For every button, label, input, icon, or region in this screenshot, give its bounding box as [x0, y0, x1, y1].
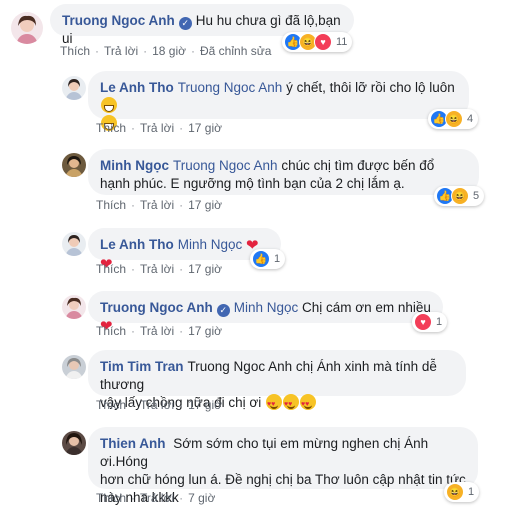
comment-bubble: Le Anh Tho Truong Ngoc Anh ý chết, thôi l… [88, 71, 469, 131]
mention-link[interactable]: Minh Ngọc [178, 237, 243, 252]
timestamp[interactable]: 7 giờ [188, 491, 215, 505]
reply-link[interactable]: Trả lời [140, 324, 174, 338]
reaction-summary[interactable]: 👍 😆 5 [434, 186, 485, 206]
heart-eyes-emoji-icon [283, 394, 299, 414]
love-icon: ♥ [414, 313, 432, 331]
like-link[interactable]: Thích [60, 44, 90, 58]
reply-link[interactable]: Trả lời [140, 398, 174, 412]
edited-label[interactable]: Đã chỉnh sửa [200, 44, 271, 58]
reaction-summary[interactable]: 😆 1 [444, 482, 480, 502]
comment-actions: Thích · Trả lời · 17 giờ [96, 262, 222, 276]
comment-bubble: Truong Ngoc Anh ✓ Minh Ngọc Chị cám ơn em … [88, 291, 443, 335]
heart-eyes-emoji-icon [266, 394, 282, 414]
haha-icon: 😆 [446, 483, 464, 501]
love-icon: ♥ [314, 33, 332, 51]
reaction-count: 1 [436, 316, 443, 328]
comment-author[interactable]: Truong Ngoc Anh [62, 13, 175, 28]
like-icon: 👍 [252, 250, 270, 268]
comment-author[interactable]: Minh Ngọc [100, 158, 169, 173]
reply-link[interactable]: Trả lời [140, 262, 174, 276]
avatar[interactable] [62, 232, 86, 256]
reply-link[interactable]: Trả lời [140, 491, 174, 505]
comment-text: Chị cám ơn em nhiều [298, 300, 431, 315]
comment-author[interactable]: Tim Tim Tran [100, 359, 184, 374]
avatar[interactable] [62, 153, 86, 177]
comment-actions: Thích · Trả lời · 18 giờ · Đã chỉnh sửa [60, 44, 272, 58]
timestamp[interactable]: 18 giờ [152, 44, 186, 58]
like-link[interactable]: Thích [96, 491, 126, 505]
mention-link[interactable]: Minh Ngọc [234, 300, 299, 315]
verified-badge-icon: ✓ [216, 304, 230, 317]
like-link[interactable]: Thích [96, 121, 126, 135]
timestamp[interactable]: 17 giờ [188, 198, 222, 212]
reaction-summary[interactable]: 👍 😆 ♥ 11 [282, 32, 353, 52]
comment-author[interactable]: Le Anh Tho [100, 80, 174, 95]
haha-icon: 😆 [445, 110, 463, 128]
comment-bubble: Thien Anh Sớm sớm cho tụi em mừng nghen … [88, 427, 478, 505]
comment-actions: Thích · Trả lời · 17 giờ [96, 398, 222, 412]
like-link[interactable]: Thích [96, 262, 126, 276]
haha-icon: 😆 [451, 187, 469, 205]
heart-eyes-emoji-icon [300, 394, 316, 414]
grinning-emoji-icon [101, 97, 117, 113]
verified-badge-icon: ✓ [178, 17, 192, 30]
reaction-count: 1 [274, 253, 281, 265]
comment-actions: Thích · Trả lời · 17 giờ [96, 324, 222, 338]
timestamp[interactable]: 17 giờ [188, 121, 222, 135]
comment-actions: Thích · Trả lời · 17 giờ [96, 121, 222, 135]
avatar[interactable] [62, 295, 86, 319]
reaction-count: 1 [468, 486, 475, 498]
timestamp[interactable]: 17 giờ [188, 398, 222, 412]
reply-link[interactable]: Trả lời [140, 198, 174, 212]
mention-link[interactable]: Truong Ngoc Anh [178, 80, 283, 95]
reaction-summary[interactable]: 👍 1 [250, 249, 286, 269]
comment-author[interactable]: Le Anh Tho [100, 237, 174, 252]
comment-bubble: Tim Tim Tran Truong Ngoc Anh chị Ánh xinh… [88, 350, 466, 414]
reaction-count: 4 [467, 113, 474, 125]
avatar[interactable] [11, 12, 43, 44]
avatar[interactable] [62, 76, 86, 100]
comment-actions: Thích · Trả lời · 17 giờ [96, 198, 222, 212]
comment-author[interactable]: Truong Ngoc Anh [100, 300, 213, 315]
reaction-summary[interactable]: 👍 😆 4 [428, 109, 479, 129]
reaction-count: 11 [336, 36, 348, 48]
mention-text[interactable]: Truong Ngoc Anh [188, 359, 293, 374]
avatar[interactable] [62, 431, 86, 455]
comment-author[interactable]: Thien Anh [100, 436, 166, 451]
mention-link[interactable]: Truong Ngoc Anh [173, 158, 278, 173]
timestamp[interactable]: 17 giờ [188, 324, 222, 338]
like-link[interactable]: Thích [96, 198, 126, 212]
like-link[interactable]: Thích [96, 324, 126, 338]
comment-bubble: Minh Ngọc Truong Ngoc Anh chúc chị tìm đư… [88, 149, 479, 195]
comment-actions: Thích · Trả lời · 7 giờ [96, 491, 216, 505]
reply-link[interactable]: Trả lời [104, 44, 138, 58]
timestamp[interactable]: 17 giờ [188, 262, 222, 276]
comment-text: ý chết, thôi lỡ rồi cho lộ luôn [282, 80, 455, 95]
reply-link[interactable]: Trả lời [140, 121, 174, 135]
like-link[interactable]: Thích [96, 398, 126, 412]
avatar[interactable] [62, 355, 86, 379]
comment-text: hơn chữ hóng lun á. Đề nghị chị ba Thơ l… [100, 472, 466, 487]
reaction-count: 5 [473, 190, 480, 202]
reaction-summary[interactable]: ♥ 1 [412, 312, 448, 332]
